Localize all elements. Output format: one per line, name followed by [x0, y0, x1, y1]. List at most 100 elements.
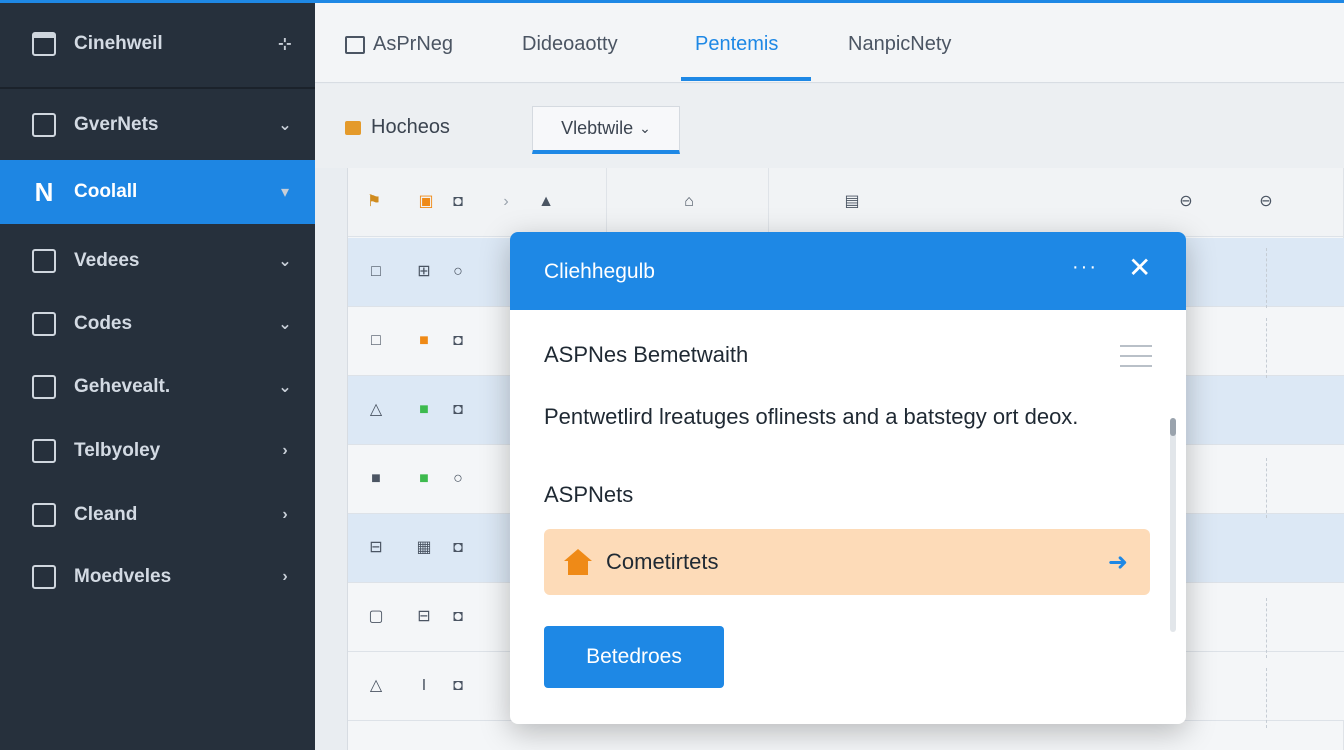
section-title-text: Hocheos [371, 116, 450, 138]
chevron-down-icon: ⌄ [278, 253, 292, 270]
split-icon: ⊟ [417, 608, 431, 625]
square-icon [32, 375, 56, 399]
dialog-title: Cliehhegulb [544, 260, 655, 283]
comments-card[interactable]: Cometirtets ➜ [544, 529, 1150, 595]
tab-nanpicnety[interactable]: NanpicNety [848, 33, 951, 56]
sidebar-item-label: Telbyoley [74, 440, 161, 461]
sidebar-item-label: Coolall [74, 181, 138, 202]
active-tab-indicator [681, 77, 811, 81]
tab-dideoaotty[interactable]: Dideoaotty [522, 33, 618, 56]
text-cursor-icon: I [421, 677, 427, 694]
sidebar-header[interactable]: Cinehweil ⊹ [0, 3, 315, 85]
sidebar-header-label: Cinehweil [74, 33, 163, 54]
arrow-right-icon[interactable]: ➜ [1108, 548, 1128, 577]
tag-icon: ◘ [453, 401, 463, 418]
sidebar-item-gvernets[interactable]: GverNets ⌄ [0, 90, 315, 160]
warning-icon: △ [369, 401, 383, 418]
panel-icon: ⊟ [369, 539, 383, 556]
dialog: Cliehhegulb ··· ✕ ASPNes Bemetwaith Pent… [510, 232, 1186, 724]
filter-icon[interactable]: ⊖ [1178, 194, 1194, 210]
column-divider [768, 168, 769, 237]
square-icon [32, 249, 56, 273]
scrollbar-thumb[interactable] [1170, 418, 1176, 436]
chevron-down-icon: ⌄ [278, 379, 292, 396]
chevron-down-icon: ⌄ [278, 117, 292, 134]
dialog-description: Pentwetlird lreatuges oflinests and a ba… [544, 404, 1079, 429]
tag-icon: ◘ [453, 539, 463, 556]
download-icon [32, 113, 56, 137]
more-icon[interactable]: ··· [1072, 256, 1098, 279]
grid-header-row: ⚑ ▣ ◘ › ▲ ⌂ ▤ ⊖ ⊖ [348, 168, 1344, 237]
calendar-icon[interactable]: ▤ [844, 194, 860, 210]
dialog-section-label: ASPNets [544, 482, 634, 507]
primary-button[interactable]: Betedroes [544, 626, 724, 688]
chevron-right-icon: › [282, 568, 288, 585]
chevron-right-icon: › [503, 193, 509, 210]
chevron-right-icon: › [282, 442, 288, 459]
sidebar-item-cleand[interactable]: Cleand › [0, 484, 315, 546]
warning-icon[interactable]: ▲ [538, 194, 554, 210]
pin-icon[interactable]: ⊹ [265, 34, 305, 54]
module-icon [32, 565, 56, 589]
dashed-divider [1266, 598, 1267, 658]
sidebar-item-vedees[interactable]: Vedees ⌄ [0, 228, 315, 294]
chevron-down-icon: ⌄ [639, 120, 651, 136]
dashed-divider [1266, 668, 1267, 728]
tab-asprneg[interactable]: AsPrNeg [345, 33, 453, 56]
chevron-down-icon: ⌄ [278, 316, 292, 333]
tag-icon: ◘ [453, 332, 463, 349]
sidebar-item-codes[interactable]: Codes ⌄ [0, 294, 315, 354]
file-icon: ■ [371, 470, 381, 487]
lock-icon[interactable]: ▣ [418, 194, 434, 210]
chevron-right-icon: › [282, 506, 288, 523]
tag-icon[interactable]: ◘ [450, 194, 466, 210]
chevron-down-icon: ▾ [280, 184, 290, 201]
sidebar-item-gehevealt[interactable]: Gehevealt. ⌄ [0, 356, 315, 418]
sidebar-divider [0, 87, 315, 89]
n-logo-icon: N [34, 177, 54, 207]
rounded-square-icon: ▢ [368, 608, 384, 625]
tab-label: AsPrNeg [373, 33, 454, 55]
grid-icon: ⊞ [417, 263, 431, 280]
status-green-icon: ■ [419, 470, 429, 487]
circle-icon: ○ [453, 470, 463, 487]
section-title: Hocheos [345, 116, 450, 139]
layout-icon [32, 503, 56, 527]
sidebar-item-moedveles[interactable]: Moedveles › [0, 546, 315, 608]
tag-icon: ◘ [453, 608, 463, 625]
tab-pentemis[interactable]: Pentemis [695, 33, 778, 56]
sidebar-item-telbyoley[interactable]: Telbyoley › [0, 420, 315, 482]
close-icon[interactable]: ✕ [1128, 254, 1151, 282]
content-toolbar: Hocheos Vlebtwile ⌄ [315, 84, 1344, 168]
dialog-subtitle: ASPNes Bemetwaith [544, 342, 749, 367]
comments-card-label: Cometirtets [606, 549, 719, 574]
sidebar-item-label: Gehevealt. [74, 376, 171, 397]
home-icon [564, 549, 592, 575]
sidebar-item-coolall[interactable]: N Coolall ▾ [0, 160, 315, 224]
dashed-divider [1266, 318, 1267, 378]
flag-icon[interactable]: ⚑ [366, 194, 382, 210]
sidebar-item-label: Moedveles [74, 566, 172, 587]
panel-icon [32, 439, 56, 463]
menu-icon[interactable] [1120, 345, 1152, 375]
sidebar-item-label: Codes [74, 313, 133, 334]
checkbox-icon[interactable]: □ [368, 264, 384, 280]
building-icon: ▦ [416, 539, 432, 556]
sidebar: Cinehweil ⊹ GverNets ⌄ N Coolall ▾ Vedee… [0, 0, 315, 750]
circle-icon: ○ [453, 263, 463, 280]
window-icon [32, 32, 56, 56]
home-icon[interactable]: ⌂ [681, 194, 697, 210]
folder-icon [345, 120, 361, 135]
view-dropdown[interactable]: Vlebtwile ⌄ [532, 106, 680, 154]
checkbox-icon[interactable]: □ [368, 333, 384, 349]
warning-icon: △ [369, 677, 383, 694]
dropdown-value: Vlebtwile [561, 118, 634, 138]
status-green-icon: ■ [419, 401, 429, 418]
dashed-divider [1266, 458, 1267, 518]
filter-icon[interactable]: ⊖ [1258, 194, 1274, 210]
sidebar-item-label: GverNets [74, 114, 159, 135]
dialog-header: Cliehhegulb ··· ✕ [510, 232, 1186, 310]
tag-icon: ◘ [453, 677, 463, 694]
dialog-scrollbar[interactable] [1170, 418, 1176, 632]
dashed-divider [1266, 248, 1267, 308]
